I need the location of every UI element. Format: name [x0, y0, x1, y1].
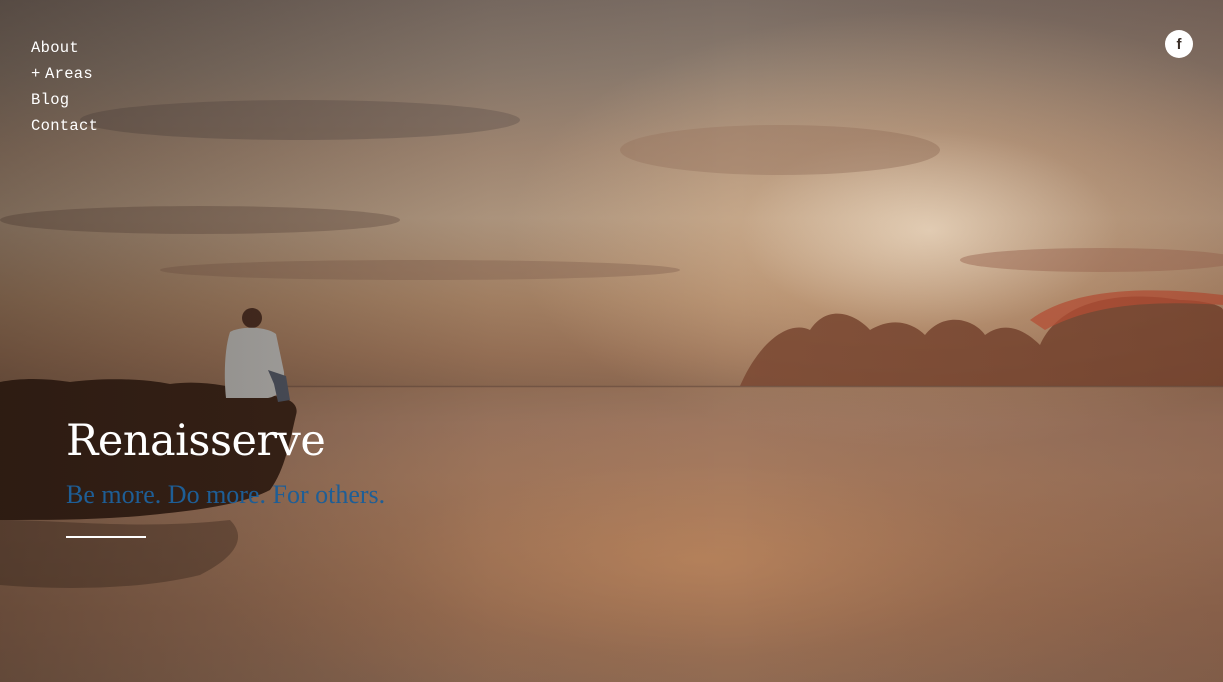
expand-plus-icon[interactable]: + [31, 64, 45, 84]
nav-item-about[interactable]: About [31, 38, 98, 64]
sunset-sea-photo [0, 100, 1223, 682]
nav-item-blog[interactable]: Blog [31, 90, 98, 116]
nav-item-label: Areas [45, 65, 94, 83]
title-divider [66, 536, 146, 538]
person-silhouette [224, 308, 290, 402]
facebook-icon: f [1176, 36, 1182, 53]
nav-item-contact[interactable]: Contact [31, 116, 98, 142]
nav-item-areas[interactable]: + Areas [31, 64, 98, 90]
nav-item-label: Contact [31, 117, 99, 135]
nav-item-label: About [31, 39, 80, 57]
nav-item-label: Blog [31, 91, 70, 109]
facebook-link[interactable]: f [1165, 30, 1193, 58]
hero-title-block: Renaisserve Be more. Do more. For others… [66, 412, 385, 538]
site-title[interactable]: Renaisserve [66, 412, 385, 470]
site-tagline: Be more. Do more. For others. [66, 480, 386, 509]
hero-background [0, 0, 1223, 682]
main-nav: About + Areas Blog Contact [31, 38, 98, 142]
cloud-streaks [0, 100, 1223, 280]
horizon-clouds [740, 290, 1223, 386]
